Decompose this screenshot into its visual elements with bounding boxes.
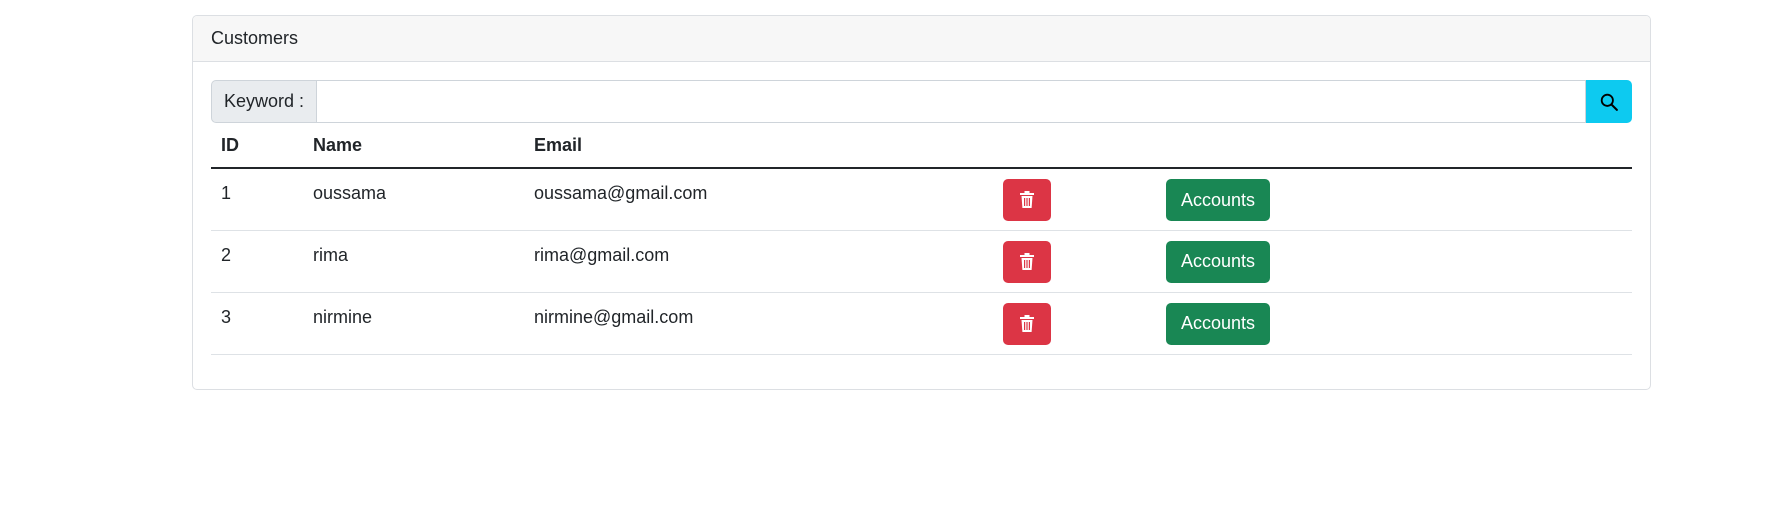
cell-id: 1 <box>211 168 303 231</box>
accounts-button[interactable]: Accounts <box>1166 302 1271 345</box>
cell-email: nirmine@gmail.com <box>524 292 993 355</box>
cell-delete <box>993 292 1156 355</box>
table-header-row: ID Name Email <box>211 123 1632 169</box>
cell-id: 2 <box>211 230 303 293</box>
accounts-button[interactable]: Accounts <box>1166 179 1271 221</box>
search-button[interactable] <box>1586 80 1632 123</box>
cell-id: 3 <box>211 292 303 355</box>
table-row: 2 rima rima@gmail.com Accounts <box>211 230 1632 293</box>
customers-table: ID Name Email 1 oussama oussama@gmail.co… <box>211 123 1632 355</box>
cell-name: oussama <box>303 168 524 231</box>
trash-icon <box>1020 191 1034 208</box>
cell-delete <box>993 230 1156 293</box>
cell-accounts: Accounts <box>1156 292 1632 355</box>
trash-icon <box>1020 252 1034 270</box>
card-title: Customers <box>211 28 299 48</box>
card-header: Customers <box>193 16 1650 62</box>
column-header-accounts <box>1156 123 1632 169</box>
column-header-name: Name <box>303 123 524 169</box>
delete-button[interactable] <box>1003 240 1051 283</box>
keyword-label: Keyword : <box>211 80 316 123</box>
keyword-input[interactable] <box>316 80 1586 123</box>
cell-name: rima <box>303 230 524 293</box>
delete-button[interactable] <box>1003 302 1051 345</box>
column-header-email: Email <box>524 123 993 169</box>
search-form: Keyword : <box>211 80 1632 123</box>
cell-accounts: Accounts <box>1156 168 1632 231</box>
table-row: 3 nirmine nirmine@gmail.com Accounts <box>211 292 1632 355</box>
cell-delete <box>993 168 1156 231</box>
card-body: Keyword : ID Name Email 1 oussama oussam… <box>193 62 1650 355</box>
search-icon <box>1600 93 1618 111</box>
column-header-delete <box>993 123 1156 169</box>
column-header-id: ID <box>211 123 303 169</box>
cell-email: rima@gmail.com <box>524 230 993 293</box>
cell-name: nirmine <box>303 292 524 355</box>
accounts-button[interactable]: Accounts <box>1166 240 1271 283</box>
delete-button[interactable] <box>1003 179 1051 221</box>
table-row: 1 oussama oussama@gmail.com Accounts <box>211 168 1632 231</box>
customers-card: Customers Keyword : ID Name Email 1 ouss… <box>192 15 1651 390</box>
cell-accounts: Accounts <box>1156 230 1632 293</box>
cell-email: oussama@gmail.com <box>524 168 993 231</box>
trash-icon <box>1020 314 1034 332</box>
